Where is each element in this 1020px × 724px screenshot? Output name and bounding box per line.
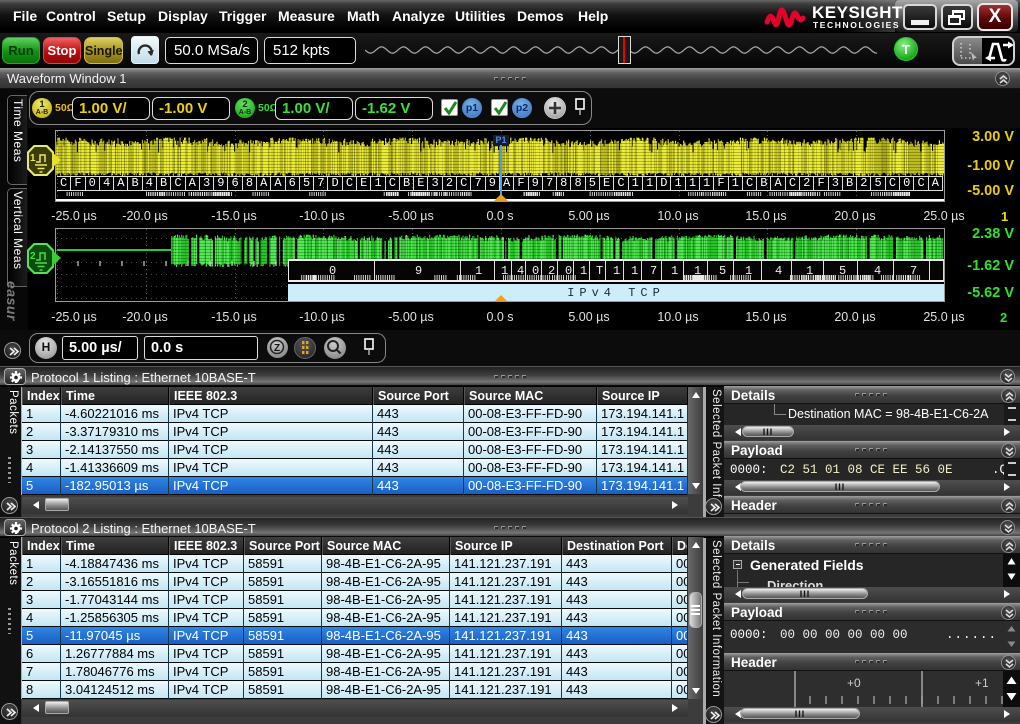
svg-text:1: 1 bbox=[30, 153, 36, 164]
svg-text:2: 2 bbox=[30, 251, 36, 262]
svg-text:Z: Z bbox=[274, 343, 280, 354]
